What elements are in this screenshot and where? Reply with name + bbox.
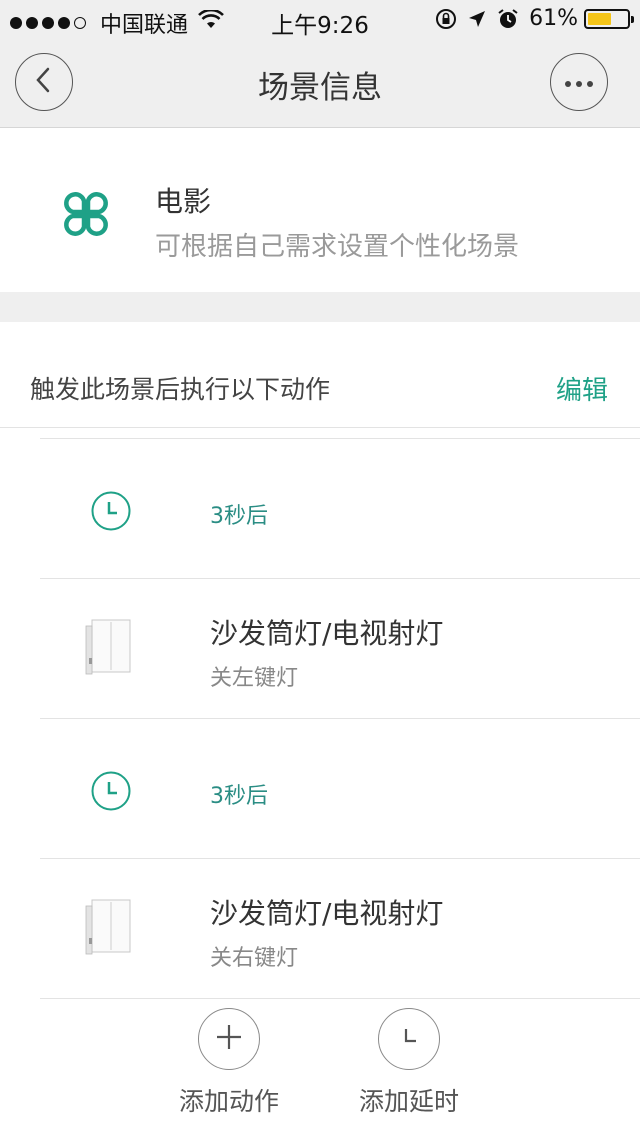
row-divider [40, 718, 640, 719]
wall-switch-image [84, 618, 132, 684]
edit-button[interactable]: 编辑 [556, 370, 608, 407]
device-action: 关右键灯 [210, 946, 299, 971]
add-delay-label[interactable]: 添加延时 [329, 1082, 489, 1118]
row-divider [40, 998, 640, 999]
delay-label: 3秒后 [210, 784, 268, 809]
rotation-lock-icon [435, 8, 457, 30]
add-action-circle[interactable] [198, 1008, 260, 1070]
location-icon [467, 9, 487, 29]
battery-fill [588, 12, 612, 25]
status-bar: 中国联通 上午9:26 61% [0, 0, 640, 40]
device-action: 关左键灯 [210, 666, 299, 691]
row-divider [40, 438, 640, 439]
add-delay-circle[interactable] [378, 1008, 440, 1070]
add-action-label[interactable]: 添加动作 [149, 1082, 309, 1118]
bottom-toolbar [0, 1000, 640, 1136]
scene-description: 可根据自己需求设置个性化场景 [155, 232, 520, 262]
status-right: 61% [435, 6, 634, 31]
row-divider [40, 858, 640, 859]
clover-scene-icon [60, 188, 112, 244]
plus-icon [216, 1024, 242, 1054]
device-name: 沙发筒灯/电视射灯 [210, 617, 444, 650]
battery-icon [584, 8, 634, 29]
more-button[interactable] [550, 53, 608, 111]
section-divider [0, 292, 640, 322]
clock-icon [90, 490, 132, 536]
top-bar: 中国联通 上午9:26 61% 场景信息 [0, 0, 640, 128]
wall-switch-image [84, 898, 132, 964]
delay-label: 3秒后 [210, 504, 268, 529]
actions-section-title: 触发此场景后执行以下动作 [30, 375, 331, 404]
page-title: 场景信息 [258, 70, 382, 106]
scene-name: 电影 [155, 185, 212, 218]
ellipsis-icon [564, 73, 594, 92]
row-divider [40, 578, 640, 579]
clock-icon [396, 1024, 422, 1054]
alarm-icon [497, 8, 519, 30]
device-name: 沙发筒灯/电视射灯 [210, 897, 444, 930]
battery-percent: 61% [529, 6, 578, 31]
clock-icon [90, 770, 132, 816]
